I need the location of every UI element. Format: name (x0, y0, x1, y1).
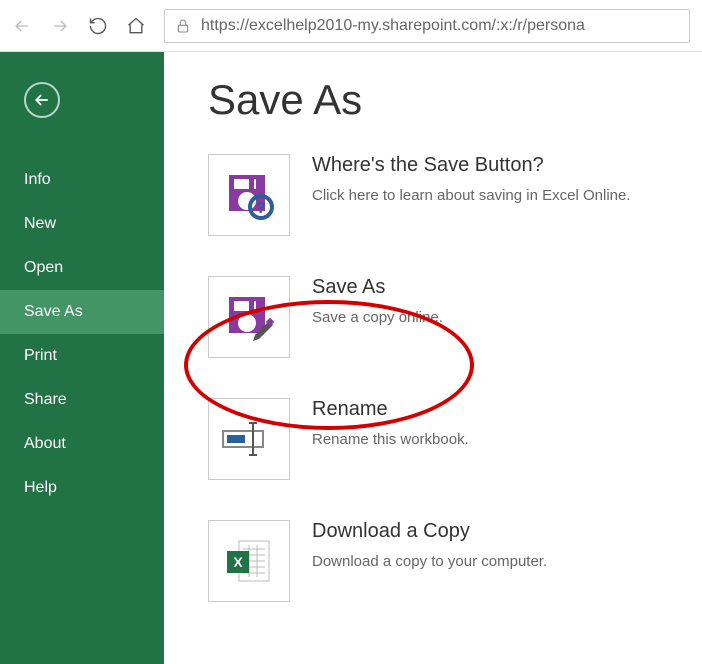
sidebar-item-open[interactable]: Open (0, 246, 164, 290)
svg-text:?: ? (256, 200, 266, 217)
sidebar-item-print[interactable]: Print (0, 334, 164, 378)
download-excel-icon: X (208, 520, 290, 602)
main-panel: Save As ? Where's the Save Button? Click… (164, 52, 702, 664)
sidebar-item-label: Save As (24, 303, 83, 320)
sidebar-item-label: New (24, 215, 56, 232)
save-as-icon (208, 276, 290, 358)
backstage-sidebar: Info New Open Save As Print Share About … (0, 52, 164, 664)
sidebar-item-label: Help (24, 479, 57, 496)
sidebar-item-save-as[interactable]: Save As (0, 290, 164, 334)
sidebar-item-label: Share (24, 391, 67, 408)
app-content: Info New Open Save As Print Share About … (0, 52, 702, 664)
sidebar-item-info[interactable]: Info (0, 158, 164, 202)
sidebar-item-label: Open (24, 259, 63, 276)
browser-toolbar: https://excelhelp2010-my.sharepoint.com/… (0, 0, 702, 52)
option-download-copy[interactable]: X Download a Copy Download a copy to you… (208, 520, 678, 602)
option-title: Save As (312, 276, 443, 299)
back-button[interactable] (24, 82, 60, 118)
option-desc: Save a copy online. (312, 309, 443, 326)
page-title: Save As (208, 76, 678, 124)
option-title: Rename (312, 398, 469, 421)
refresh-icon[interactable] (88, 16, 108, 36)
option-desc: Rename this workbook. (312, 431, 469, 448)
save-question-icon: ? (208, 154, 290, 236)
option-rename[interactable]: Rename Rename this workbook. (208, 398, 678, 480)
sidebar-item-new[interactable]: New (0, 202, 164, 246)
option-title: Download a Copy (312, 520, 547, 543)
option-save-button-info[interactable]: ? Where's the Save Button? Click here to… (208, 154, 678, 236)
sidebar-item-share[interactable]: Share (0, 378, 164, 422)
home-icon[interactable] (126, 16, 146, 36)
rename-icon (208, 398, 290, 480)
option-title: Where's the Save Button? (312, 154, 631, 177)
sidebar-item-about[interactable]: About (0, 422, 164, 466)
option-save-as[interactable]: Save As Save a copy online. (208, 276, 678, 358)
svg-text:X: X (233, 554, 243, 570)
back-nav-icon[interactable] (12, 16, 32, 36)
forward-nav-icon[interactable] (50, 16, 70, 36)
sidebar-item-label: About (24, 435, 66, 452)
option-desc: Download a copy to your computer. (312, 553, 547, 570)
sidebar-item-help[interactable]: Help (0, 466, 164, 510)
url-text: https://excelhelp2010-my.sharepoint.com/… (201, 17, 585, 35)
sidebar-item-label: Info (24, 171, 51, 188)
option-desc: Click here to learn about saving in Exce… (312, 187, 631, 204)
lock-icon (175, 18, 191, 34)
sidebar-item-label: Print (24, 347, 57, 364)
address-bar[interactable]: https://excelhelp2010-my.sharepoint.com/… (164, 9, 690, 43)
